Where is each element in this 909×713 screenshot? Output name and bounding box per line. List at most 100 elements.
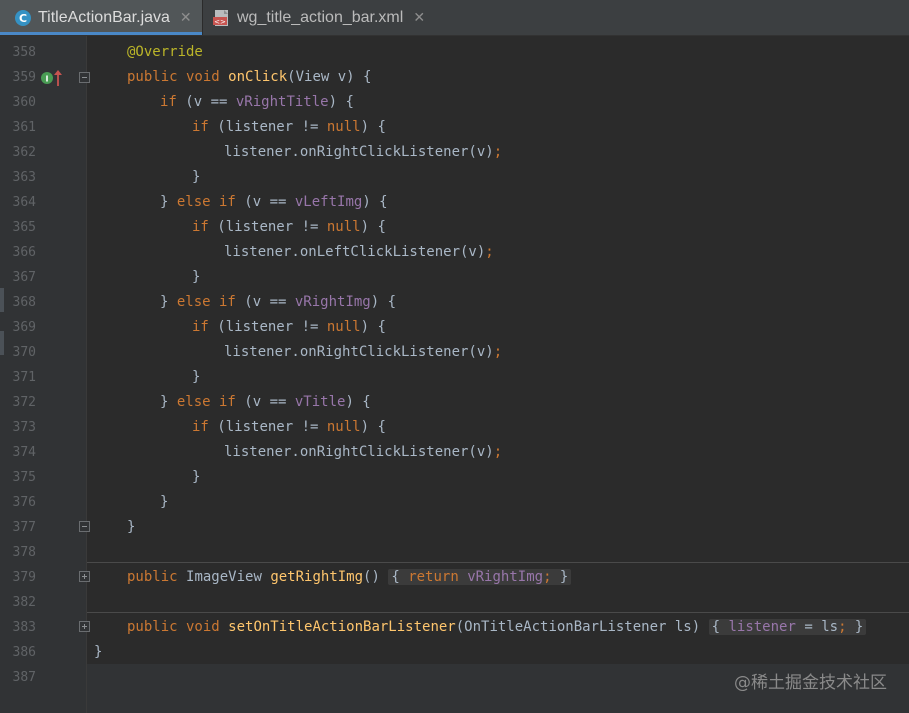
tab-wg-title-action-bar-xml[interactable]: <> wg_title_action_bar.xml ✕ — [203, 0, 443, 35]
semicolon: ; — [493, 444, 503, 460]
close-icon[interactable]: ✕ — [413, 9, 425, 26]
line-number: 371 — [12, 370, 36, 385]
xml-layout-icon: <> — [213, 9, 228, 26]
code-line: public void setOnTitleActionBarListener(… — [127, 615, 867, 640]
code-text: } — [94, 644, 103, 660]
line-number: 376 — [12, 495, 36, 510]
code-line: } — [192, 365, 200, 390]
keyword: null — [326, 319, 361, 335]
code-line: } — [160, 490, 168, 515]
code-line: } — [94, 640, 102, 665]
code-line: } else if (v == vLeftImg) { — [160, 190, 388, 215]
line-number: 386 — [12, 645, 36, 660]
brace: } — [846, 619, 864, 635]
code-text: ) { — [328, 94, 354, 110]
annotation: @Override — [127, 44, 203, 60]
keyword: null — [326, 219, 361, 235]
code-text: (listener != — [217, 119, 327, 135]
semicolon: ; — [493, 144, 503, 160]
folded-region[interactable]: { listener = ls; } — [708, 619, 867, 635]
keyword: if — [192, 119, 218, 135]
code-line: public ImageView getRightImg() { return … — [127, 565, 572, 590]
keyword: null — [326, 119, 361, 135]
code-line: if (listener != null) { — [192, 115, 386, 140]
keyword: else if — [176, 194, 245, 210]
line-number: 378 — [12, 545, 36, 560]
java-class-icon: C — [15, 9, 31, 26]
code-text: () — [363, 569, 389, 585]
fold-expand-icon[interactable] — [79, 571, 90, 582]
tab-label: TitleActionBar.java — [38, 8, 170, 26]
line-number: 359 — [12, 70, 36, 85]
code-text: } — [192, 269, 201, 285]
field-ref: vRightImg — [467, 569, 544, 585]
code-line: if (listener != null) { — [192, 415, 386, 440]
semicolon: ; — [493, 344, 503, 360]
code-text: (listener != — [217, 419, 327, 435]
line-number: 374 — [12, 445, 36, 460]
code-text: } — [127, 519, 136, 535]
method-separator — [87, 562, 909, 563]
code-text: listener.onRightClickListener(v) — [224, 344, 494, 360]
fold-expand-icon[interactable] — [79, 621, 90, 632]
code-text: } — [160, 394, 177, 410]
code-line: } — [192, 465, 200, 490]
code-text: (OnTitleActionBarListener ls) — [455, 619, 709, 635]
code-line: listener.onLeftClickListener(v); — [224, 240, 494, 265]
field-ref: vLeftImg — [294, 194, 363, 210]
code-text: } — [192, 469, 201, 485]
code-text: (v == — [244, 294, 295, 310]
keyword: if — [192, 419, 218, 435]
code-line: } else if (v == vTitle) { — [160, 390, 371, 415]
line-number: 364 — [12, 195, 36, 210]
code-line: listener.onRightClickListener(v); — [224, 340, 502, 365]
line-number: 375 — [12, 470, 36, 485]
code-text: (v == — [244, 194, 295, 210]
line-number: 372 — [12, 395, 36, 410]
line-number: 368 — [12, 295, 36, 310]
field-ref: vRightImg — [294, 294, 371, 310]
code-line: if (listener != null) { — [192, 315, 386, 340]
svg-text:I: I — [46, 75, 49, 84]
code-text: listener.onRightClickListener(v) — [224, 144, 494, 160]
brace: { — [711, 619, 729, 635]
svg-text:C: C — [19, 12, 27, 25]
code-line: if (v == vRightTitle) { — [160, 90, 354, 115]
code-line: } — [192, 265, 200, 290]
code-text: ) { — [360, 119, 386, 135]
code-text: } — [192, 169, 201, 185]
fold-collapse-icon[interactable] — [79, 521, 90, 532]
keyword: if — [160, 94, 186, 110]
semicolon: ; — [543, 569, 552, 585]
keyword: return — [408, 569, 468, 585]
line-number: 360 — [12, 95, 36, 110]
code-text: listener.onLeftClickListener(v) — [224, 244, 486, 260]
code-text: ) { — [345, 394, 371, 410]
code-line: listener.onRightClickListener(v); — [224, 140, 502, 165]
tab-titleactionbar-java[interactable]: C TitleActionBar.java ✕ — [0, 0, 202, 35]
line-number: 387 — [12, 670, 36, 685]
field-ref: vTitle — [294, 394, 346, 410]
code-line: if (listener != null) { — [192, 215, 386, 240]
watermark: @稀土掘金技术社区 — [734, 673, 887, 693]
code-text: (listener != — [217, 319, 327, 335]
code-text: ) { — [360, 319, 386, 335]
field-ref: vRightTitle — [235, 94, 329, 110]
line-number: 373 — [12, 420, 36, 435]
close-icon[interactable]: ✕ — [180, 9, 192, 26]
keyword: if — [192, 219, 218, 235]
keyword: public void — [127, 619, 229, 635]
implements-method-icon[interactable]: I — [40, 69, 66, 87]
line-number: 362 — [12, 145, 36, 160]
keyword: else if — [176, 394, 245, 410]
brace: } — [551, 569, 569, 585]
code-editor[interactable]: 358 359 360 361 362 363 364 365 366 367 … — [0, 36, 909, 713]
code-text: } — [160, 294, 177, 310]
code-text: ) { — [360, 219, 386, 235]
folded-region[interactable]: { return vRightImg; } — [388, 569, 572, 585]
line-number: 363 — [12, 170, 36, 185]
semicolon: ; — [838, 619, 847, 635]
code-text: ) { — [370, 294, 397, 310]
fold-collapse-icon[interactable] — [79, 72, 90, 83]
code-text: = ls — [795, 619, 839, 635]
